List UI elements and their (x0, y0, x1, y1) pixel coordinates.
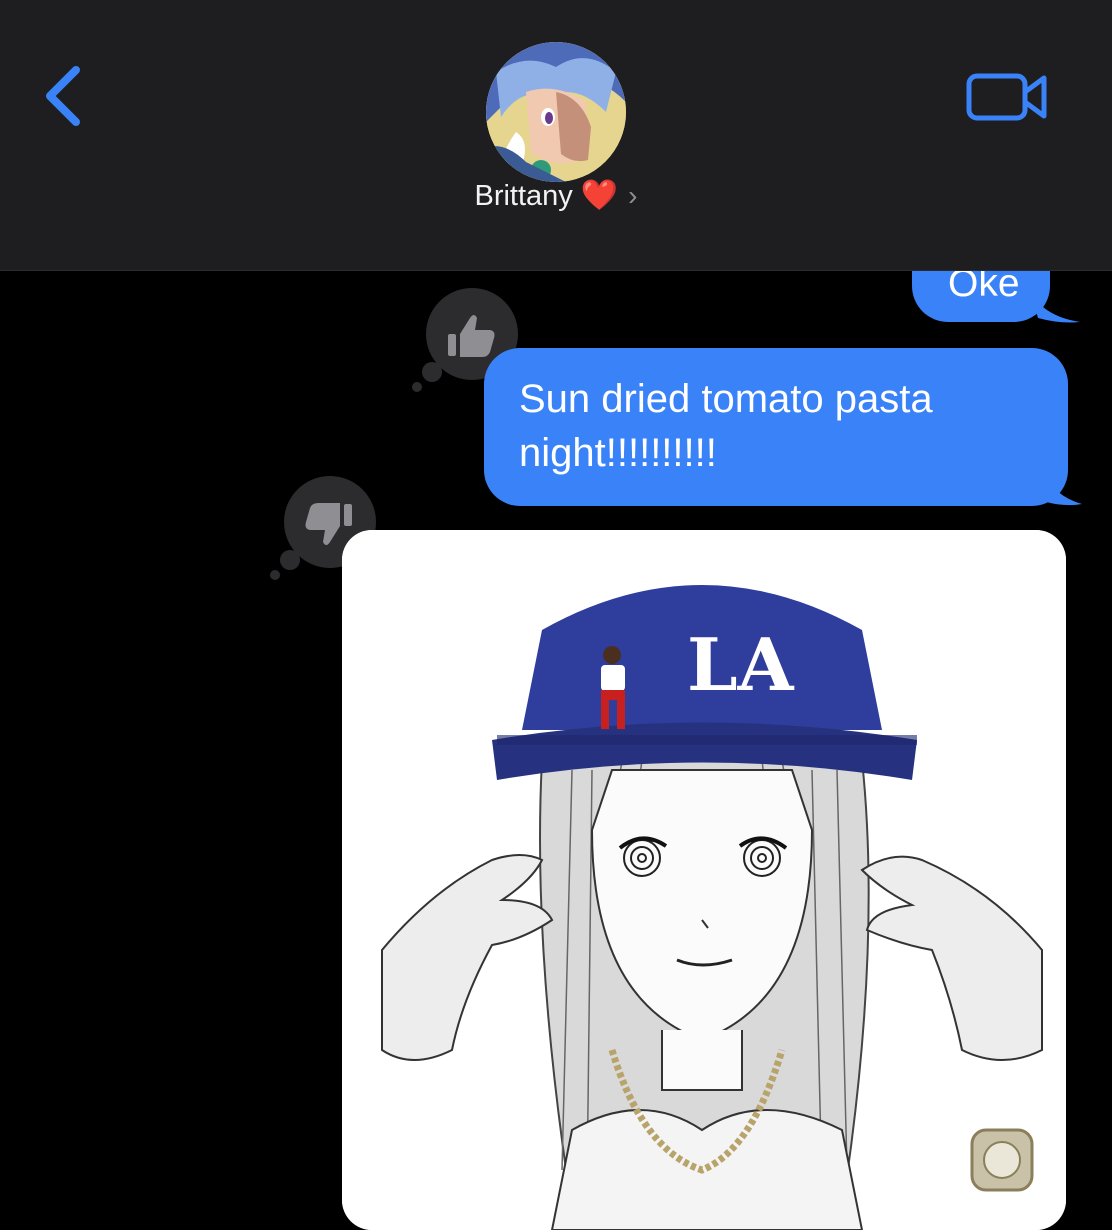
image-attachment[interactable]: LA (342, 530, 1066, 1230)
cap-logo: LA (687, 622, 795, 707)
video-camera-icon (966, 73, 1047, 121)
chevron-right-icon: › (628, 180, 638, 211)
heart-emoji: ❤️ (580, 179, 619, 212)
message-text: Sun dried tomato pasta night!!!!!!!!!! (519, 377, 933, 475)
bubble-tail (1030, 290, 1080, 323)
message-bubble-sent[interactable]: Sun dried tomato pasta night!!!!!!!!!! (484, 348, 1068, 506)
chevron-left-icon (46, 66, 80, 126)
contact-name-button[interactable]: Brittany ❤️ › (0, 178, 1112, 213)
contact-avatar[interactable] (486, 42, 626, 182)
conversation-header: Brittany ❤️ › (0, 0, 1112, 271)
facetime-button[interactable] (960, 66, 1054, 126)
back-button[interactable] (38, 60, 98, 132)
meme-image: LA (342, 530, 1066, 1230)
bubble-tail (1046, 474, 1082, 506)
contact-name: Brittany (474, 180, 573, 212)
